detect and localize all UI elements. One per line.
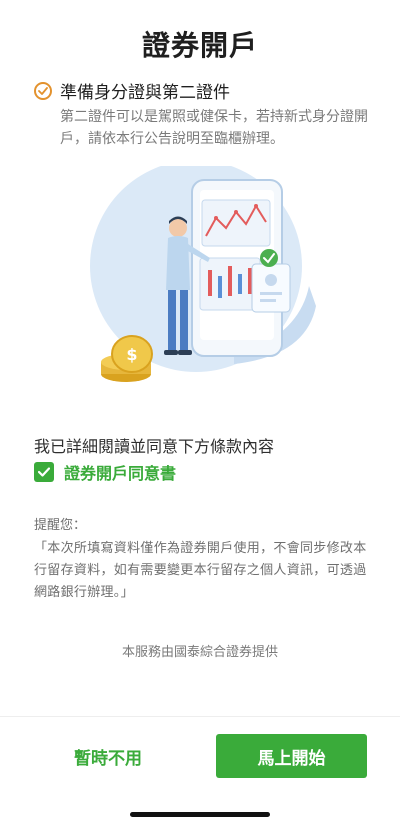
home-indicator[interactable] [130,812,270,817]
svg-text:$: $ [126,345,137,364]
provider-note: 本服務由國泰綜合證券提供 [121,645,278,660]
checkmark-circle-icon [34,81,52,100]
reminder-text: 「本次所填寫資料僅作為證券開戶使用，不會同步修改本行留存資料，如有需要變更本行留… [34,541,367,600]
preparation-title: 準備身分證與第二證件 [60,83,230,103]
agreement-intro: 我已詳細閱讀並同意下方條款內容 [34,437,275,456]
action-bar: 暫時不用 馬上開始 [0,716,400,795]
agreement-document-link[interactable]: 證券開戶同意書 [64,460,176,484]
agreement-checkbox[interactable] [34,462,54,482]
skip-button[interactable]: 暫時不用 [34,734,182,778]
preparation-item: 準備身分證與第二證件 [34,78,230,103]
page-title: 證券開戶 [141,29,258,62]
reminder-label: 提醒您： [34,518,87,533]
start-button[interactable]: 馬上開始 [216,734,367,778]
preparation-description: 第二證件可以是駕照或健保卡，若持新式身分證開戶，請依本行公告說明至臨櫃辦理。 [60,109,368,147]
account-opening-illustration: $ [84,160,324,396]
agreement-row[interactable]: 證券開戶同意書 [34,460,176,484]
